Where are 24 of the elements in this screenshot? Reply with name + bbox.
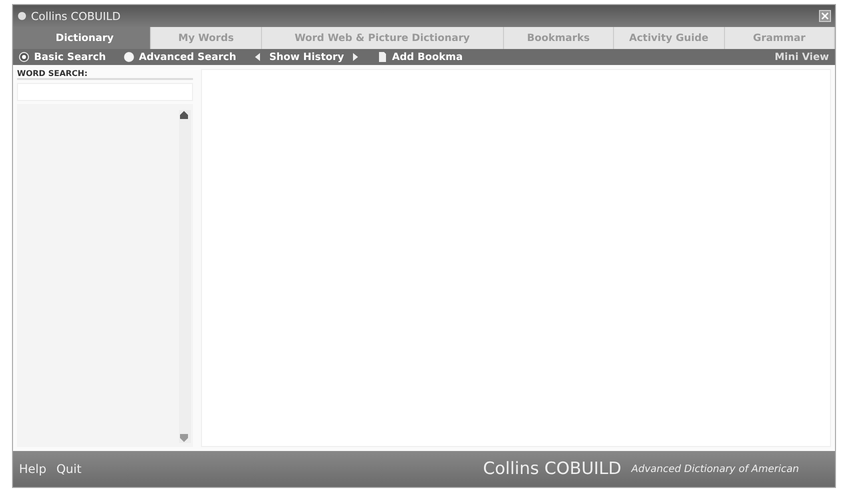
add-bookmark-link[interactable]: Add Bookma (392, 52, 463, 62)
radio-button[interactable] (19, 52, 29, 62)
tab[interactable]: Grammar (724, 27, 835, 49)
app-icon (17, 11, 27, 21)
brand-name: Collins COBUILD (482, 459, 622, 479)
search-mode-label[interactable]: Basic Search (34, 52, 106, 62)
tab[interactable]: My Words (151, 27, 262, 49)
search-mode-label[interactable]: Advanced Search (138, 52, 236, 62)
close-icon[interactable] (819, 10, 831, 22)
scroll-down-icon[interactable] (179, 433, 189, 443)
scrollbar[interactable] (179, 110, 191, 443)
tab[interactable]: Word Web & Picture Dictionary (262, 27, 504, 49)
mini-view-link[interactable]: Mini View (774, 52, 829, 62)
radio-button[interactable] (124, 52, 134, 62)
footer-link[interactable]: Quit (56, 462, 82, 476)
footer-link[interactable]: Help (19, 462, 46, 476)
bookmark-icon[interactable] (376, 52, 387, 62)
window-title: Collins COBUILD (31, 10, 121, 22)
scroll-up-icon[interactable] (179, 110, 189, 120)
tab[interactable]: Activity Guide (614, 27, 725, 49)
show-history-link[interactable]: Show History (269, 52, 344, 62)
tab[interactable]: Bookmarks (504, 27, 614, 49)
word-search-label: WORD SEARCH: (17, 69, 193, 80)
brand-subtitle: Advanced Dictionary of American (631, 464, 799, 474)
